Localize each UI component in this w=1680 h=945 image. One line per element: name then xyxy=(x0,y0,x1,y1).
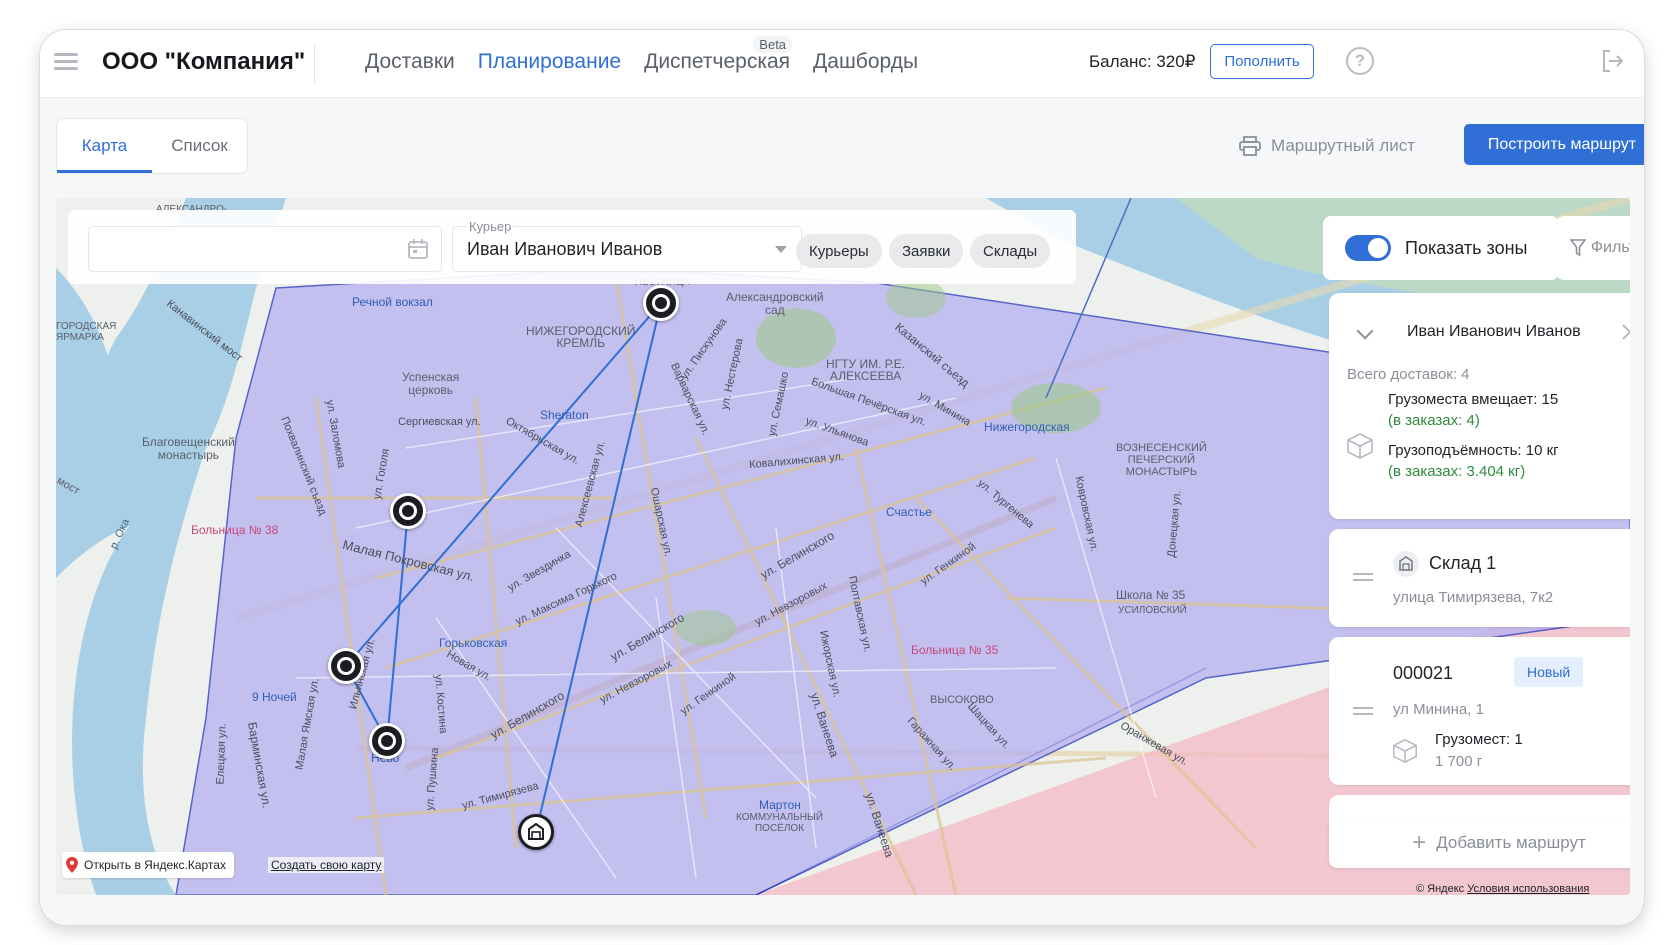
tab-list[interactable]: Список xyxy=(152,119,247,173)
chip-orders[interactable]: Заявки xyxy=(889,234,964,268)
company-name: ООО "Компания" xyxy=(102,48,306,75)
map-label-vysokovo: ВЫСОКОВО xyxy=(930,694,994,706)
filters-label: Фильтры xyxy=(1590,239,1630,256)
map-label-pechersky: ВОЗНЕСЕНСКИЙ ПЕЧЕРСКИЙ МОНАСТЫРЬ xyxy=(1116,442,1207,478)
map-label-sheraton: Sheraton xyxy=(540,408,589,422)
build-route-button[interactable]: Построить маршрут xyxy=(1464,124,1644,165)
filters-button[interactable]: Фильтры xyxy=(1556,216,1630,280)
courier-value: Иван Иванович Иванов xyxy=(467,239,663,259)
chip-warehouses[interactable]: Склады xyxy=(970,234,1051,268)
route-point-marker[interactable] xyxy=(390,493,426,529)
warehouse-name: Склад 1 xyxy=(1429,553,1497,573)
show-zones-toggle[interactable] xyxy=(1345,235,1391,261)
warehouse-address: улица Тимирязева, 7к2 xyxy=(1393,589,1554,606)
map-label-hospital35: Больница № 35 xyxy=(911,643,999,657)
order-card[interactable]: 000021 Новый ул Минина, 1 Грузомест: 1 1… xyxy=(1329,637,1630,785)
map-pin-icon xyxy=(66,857,78,873)
warehouse-card[interactable]: Склад 1 улица Тимирязева, 7к2 xyxy=(1329,529,1630,627)
box-icon xyxy=(1347,433,1373,459)
open-in-yandex-label: Открыть в Яндекс.Картах xyxy=(84,858,226,872)
nav-dashboards[interactable]: Дашборды xyxy=(813,50,918,74)
map-label-sergiev: Сергиевская ул. xyxy=(398,416,481,428)
balance-text: Баланс: 320₽ xyxy=(1089,52,1196,71)
chip-couriers[interactable]: Курьеры xyxy=(796,234,882,268)
show-zones-label: Показать зоны xyxy=(1405,237,1528,258)
map-label-church: Успенская церковь xyxy=(402,370,460,397)
load-orders-text: (в заказах: 3.404 кг) xyxy=(1388,463,1526,480)
header-divider xyxy=(314,44,315,84)
main-nav: Доставки Планирование Диспетчерская Beta… xyxy=(365,36,918,74)
load-text: Грузоподъёмность: 10 кг xyxy=(1388,442,1559,459)
plus-icon: + xyxy=(1412,829,1427,856)
courier-caption: Курьер xyxy=(467,219,514,234)
map-label-marton: Мартон xyxy=(759,798,801,812)
courier-summary-card: Иван Иванович Иванов Всего доставок: 4 Г… xyxy=(1329,293,1630,519)
route-sheet-button[interactable]: Маршрутный лист xyxy=(1239,136,1415,156)
beta-badge: Beta xyxy=(753,36,793,53)
open-in-yandex-link[interactable]: Открыть в Яндекс.Картах xyxy=(62,852,234,878)
nav-dispatch-label: Диспетчерская xyxy=(644,50,791,73)
drag-handle-icon[interactable] xyxy=(1353,573,1373,581)
create-map-link[interactable]: Создать свою карту xyxy=(268,857,385,873)
capacity-text: Грузоместа вмещает: 15 xyxy=(1388,391,1559,408)
warehouse-icon xyxy=(1393,551,1419,577)
map-label-hospital38: Больница № 38 xyxy=(191,523,279,537)
map-label-kremlin: НИЖЕГОРОДСКИЙ КРЕМЛЬ xyxy=(526,324,636,350)
date-input[interactable] xyxy=(88,226,442,272)
nav-planning[interactable]: Планирование xyxy=(478,50,621,74)
courier-select[interactable]: Курьер Иван Иванович Иванов xyxy=(452,219,802,272)
close-icon[interactable] xyxy=(1619,321,1630,343)
total-deliveries: Всего доставок: 4 xyxy=(1347,366,1470,383)
view-tabs: Карта Список xyxy=(56,118,248,174)
menu-icon[interactable] xyxy=(54,53,78,73)
map-label-kommunal: КОММУНАЛЬНЫЙ ПОСЁЛОК xyxy=(736,812,824,834)
map-label-schastye: Счастье xyxy=(886,505,932,519)
chevron-down-icon[interactable] xyxy=(1356,322,1374,340)
route-sheet-label: Маршрутный лист xyxy=(1271,136,1415,155)
drag-handle-icon[interactable] xyxy=(1353,707,1373,715)
map-label-nine-nights: 9 Ночей xyxy=(252,690,297,704)
courier-name: Иван Иванович Иванов xyxy=(1407,323,1581,340)
add-route-button[interactable]: + Добавить маршрут xyxy=(1329,818,1630,868)
copyright-text: © Яндекс xyxy=(1416,883,1465,895)
order-number: 000021 xyxy=(1393,663,1454,683)
terms-link[interactable]: Условия использования xyxy=(1467,883,1589,895)
logout-icon[interactable] xyxy=(1600,48,1626,74)
map-label-eletskaya: Елецкая ул. xyxy=(214,723,229,785)
order-address: ул Минина, 1 xyxy=(1393,701,1484,718)
tab-map[interactable]: Карта xyxy=(57,119,152,173)
route-point-marker[interactable] xyxy=(643,285,679,321)
chevron-down-icon xyxy=(775,246,787,253)
route-point-marker[interactable] xyxy=(328,648,364,684)
add-route-label: Добавить маршрут xyxy=(1436,833,1586,852)
warehouse-marker[interactable] xyxy=(518,814,554,850)
order-cargo: Грузомест: 1 xyxy=(1435,731,1523,748)
capacity-orders-text: (в заказах: 4) xyxy=(1388,412,1480,429)
app-window: ООО "Компания" Доставки Планирование Дис… xyxy=(40,30,1644,925)
nav-deliveries[interactable]: Доставки xyxy=(365,50,455,74)
order-weight: 1 700 г xyxy=(1435,753,1483,770)
topup-button[interactable]: Пополнить xyxy=(1210,44,1314,79)
map-label-ngtu: НГТУ ИМ. Р.Е. АЛЕКСЕЕВА xyxy=(826,357,906,383)
route-point-marker[interactable] xyxy=(369,723,405,759)
map-label-nizhegorodskaya: Нижегородская xyxy=(984,420,1070,434)
map-label-river-station: Речной вокзал xyxy=(352,295,433,309)
map-copyright: © Яндекс Условия использования xyxy=(1416,883,1589,895)
map-label-usilovskiy: УСИЛОВСКИЙ xyxy=(1118,605,1187,616)
nav-dispatch[interactable]: Диспетчерская Beta xyxy=(644,36,793,74)
map-label-monastery: Благовещенский монастырь xyxy=(142,435,235,462)
printer-icon xyxy=(1239,136,1261,156)
help-icon[interactable]: ? xyxy=(1346,47,1374,75)
calendar-icon[interactable] xyxy=(407,238,429,260)
top-header: ООО "Компания" Доставки Планирование Дис… xyxy=(40,30,1644,98)
status-badge: Новый xyxy=(1514,657,1584,687)
show-zones-control: Показать зоны xyxy=(1323,216,1559,280)
box-icon xyxy=(1393,738,1417,764)
map-label-garden: Александровский сад xyxy=(726,290,824,317)
map-label-fair: ГОРОДСКАЯ ЯРМАРКА xyxy=(56,321,117,343)
map-label-school35: Школа № 35 xyxy=(1116,588,1186,602)
map-area[interactable]: НИЖЕГОРОДСКИЙ КРЕМЛЬ Речной вокзал Успен… xyxy=(56,198,1630,895)
filter-icon xyxy=(1569,239,1586,257)
warehouse-icon xyxy=(528,822,544,840)
